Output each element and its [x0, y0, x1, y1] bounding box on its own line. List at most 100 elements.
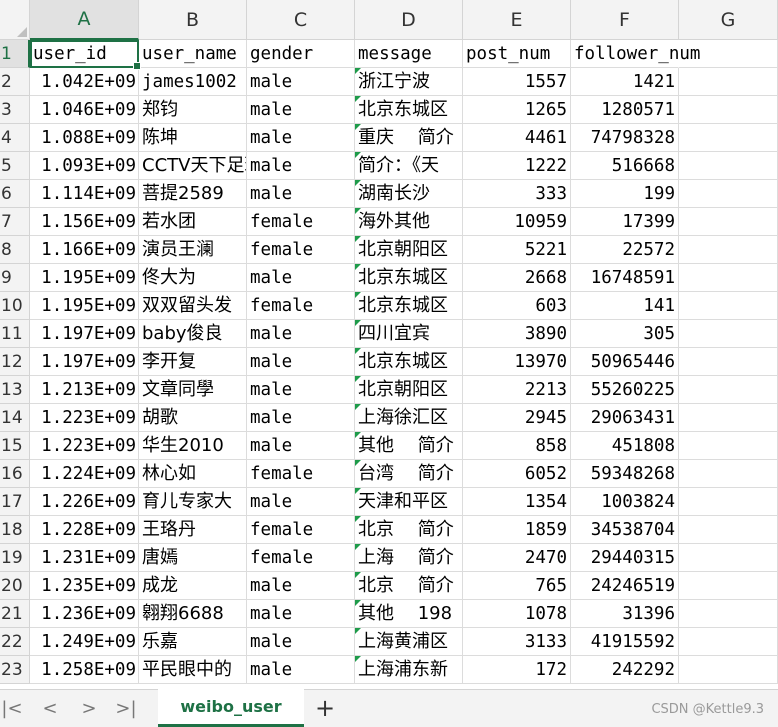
row-header-13[interactable]: 13	[0, 376, 30, 404]
cell-b2[interactable]: james1002	[139, 68, 247, 96]
cell-a9[interactable]: 1.195E+09	[30, 264, 139, 292]
cell-c8[interactable]: female	[247, 236, 355, 264]
cell-d20[interactable]: 北京 简介	[355, 572, 463, 600]
cell-f9[interactable]: 16748591	[571, 264, 679, 292]
cell-g12[interactable]	[679, 348, 778, 376]
row-header-4[interactable]: 4	[0, 124, 30, 152]
cell-d16[interactable]: 台湾 简介	[355, 460, 463, 488]
cell-f13[interactable]: 55260225	[571, 376, 679, 404]
row-header-16[interactable]: 16	[0, 460, 30, 488]
cell-a17[interactable]: 1.226E+09	[30, 488, 139, 516]
cell-b7[interactable]: 若水团	[139, 208, 247, 236]
cell-a7[interactable]: 1.156E+09	[30, 208, 139, 236]
cell-d19[interactable]: 上海 简介	[355, 544, 463, 572]
cell-g6[interactable]	[679, 180, 778, 208]
row-header-6[interactable]: 6	[0, 180, 30, 208]
cell-g11[interactable]	[679, 320, 778, 348]
cell-f14[interactable]: 29063431	[571, 404, 679, 432]
cell-c3[interactable]: male	[247, 96, 355, 124]
cell-d6[interactable]: 湖南长沙	[355, 180, 463, 208]
cell-g8[interactable]	[679, 236, 778, 264]
cell-g2[interactable]	[679, 68, 778, 96]
cell-f11[interactable]: 305	[571, 320, 679, 348]
row-header-19[interactable]: 19	[0, 544, 30, 572]
cell-c4[interactable]: male	[247, 124, 355, 152]
row-header-5[interactable]: 5	[0, 152, 30, 180]
cell-f23[interactable]: 242292	[571, 656, 679, 684]
cell-e1[interactable]: post_num	[463, 40, 571, 68]
cell-d13[interactable]: 北京朝阳区	[355, 376, 463, 404]
column-header-e[interactable]: E	[463, 0, 571, 40]
cell-f15[interactable]: 451808	[571, 432, 679, 460]
cell-c22[interactable]: male	[247, 628, 355, 656]
column-header-f[interactable]: F	[571, 0, 679, 40]
row-header-12[interactable]: 12	[0, 348, 30, 376]
cell-b16[interactable]: 林心如	[139, 460, 247, 488]
column-header-b[interactable]: B	[139, 0, 247, 40]
cell-a10[interactable]: 1.195E+09	[30, 292, 139, 320]
cell-e6[interactable]: 333	[463, 180, 571, 208]
cell-b11[interactable]: baby俊良	[139, 320, 247, 348]
row-header-15[interactable]: 15	[0, 432, 30, 460]
row-header-22[interactable]: 22	[0, 628, 30, 656]
cell-b13[interactable]: 文章同學	[139, 376, 247, 404]
cell-b17[interactable]: 育儿专家大	[139, 488, 247, 516]
cell-b21[interactable]: 翱翔6688	[139, 600, 247, 628]
row-header-21[interactable]: 21	[0, 600, 30, 628]
cell-c14[interactable]: male	[247, 404, 355, 432]
cell-d8[interactable]: 北京朝阳区	[355, 236, 463, 264]
cell-c16[interactable]: female	[247, 460, 355, 488]
column-header-d[interactable]: D	[355, 0, 463, 40]
cell-c5[interactable]: male	[247, 152, 355, 180]
cell-f6[interactable]: 199	[571, 180, 679, 208]
cell-b4[interactable]: 陈坤	[139, 124, 247, 152]
row-header-7[interactable]: 7	[0, 208, 30, 236]
cell-a22[interactable]: 1.249E+09	[30, 628, 139, 656]
cell-c1[interactable]: gender	[247, 40, 355, 68]
cell-f12[interactable]: 50965446	[571, 348, 679, 376]
row-header-20[interactable]: 20	[0, 572, 30, 600]
cell-b22[interactable]: 乐嘉	[139, 628, 247, 656]
cell-d5[interactable]: 简介：《天	[355, 152, 463, 180]
select-all-corner[interactable]	[0, 0, 30, 40]
cell-d1[interactable]: message	[355, 40, 463, 68]
cell-e13[interactable]: 2213	[463, 376, 571, 404]
cell-g7[interactable]	[679, 208, 778, 236]
cell-e22[interactable]: 3133	[463, 628, 571, 656]
cell-a19[interactable]: 1.231E+09	[30, 544, 139, 572]
cell-a12[interactable]: 1.197E+09	[30, 348, 139, 376]
cell-c20[interactable]: male	[247, 572, 355, 600]
cell-f3[interactable]: 1280571	[571, 96, 679, 124]
cell-a23[interactable]: 1.258E+09	[30, 656, 139, 684]
last-sheet-icon[interactable]: >|	[114, 694, 138, 722]
first-sheet-icon[interactable]: |<	[0, 694, 24, 722]
cell-f8[interactable]: 22572	[571, 236, 679, 264]
cell-b18[interactable]: 王珞丹	[139, 516, 247, 544]
cell-a6[interactable]: 1.114E+09	[30, 180, 139, 208]
cell-f19[interactable]: 29440315	[571, 544, 679, 572]
cell-f16[interactable]: 59348268	[571, 460, 679, 488]
cell-b19[interactable]: 唐嫣	[139, 544, 247, 572]
cell-a4[interactable]: 1.088E+09	[30, 124, 139, 152]
row-header-10[interactable]: 10	[0, 292, 30, 320]
cell-b12[interactable]: 李开复	[139, 348, 247, 376]
cell-c10[interactable]: female	[247, 292, 355, 320]
cell-d11[interactable]: 四川宜宾	[355, 320, 463, 348]
cell-d4[interactable]: 重庆 简介	[355, 124, 463, 152]
cell-b9[interactable]: 佟大为	[139, 264, 247, 292]
column-header-g[interactable]: G	[679, 0, 778, 40]
cell-e11[interactable]: 3890	[463, 320, 571, 348]
cell-c6[interactable]: male	[247, 180, 355, 208]
cell-f7[interactable]: 17399	[571, 208, 679, 236]
row-header-23[interactable]: 23	[0, 656, 30, 684]
cell-b15[interactable]: 华生2010	[139, 432, 247, 460]
column-header-a[interactable]: A	[30, 0, 139, 40]
cell-e15[interactable]: 858	[463, 432, 571, 460]
cell-b8[interactable]: 演员王澜	[139, 236, 247, 264]
cell-f20[interactable]: 24246519	[571, 572, 679, 600]
cell-c9[interactable]: male	[247, 264, 355, 292]
cell-g20[interactable]	[679, 572, 778, 600]
add-sheet-icon[interactable]: +	[312, 694, 338, 722]
cell-g10[interactable]	[679, 292, 778, 320]
cell-e7[interactable]: 10959	[463, 208, 571, 236]
